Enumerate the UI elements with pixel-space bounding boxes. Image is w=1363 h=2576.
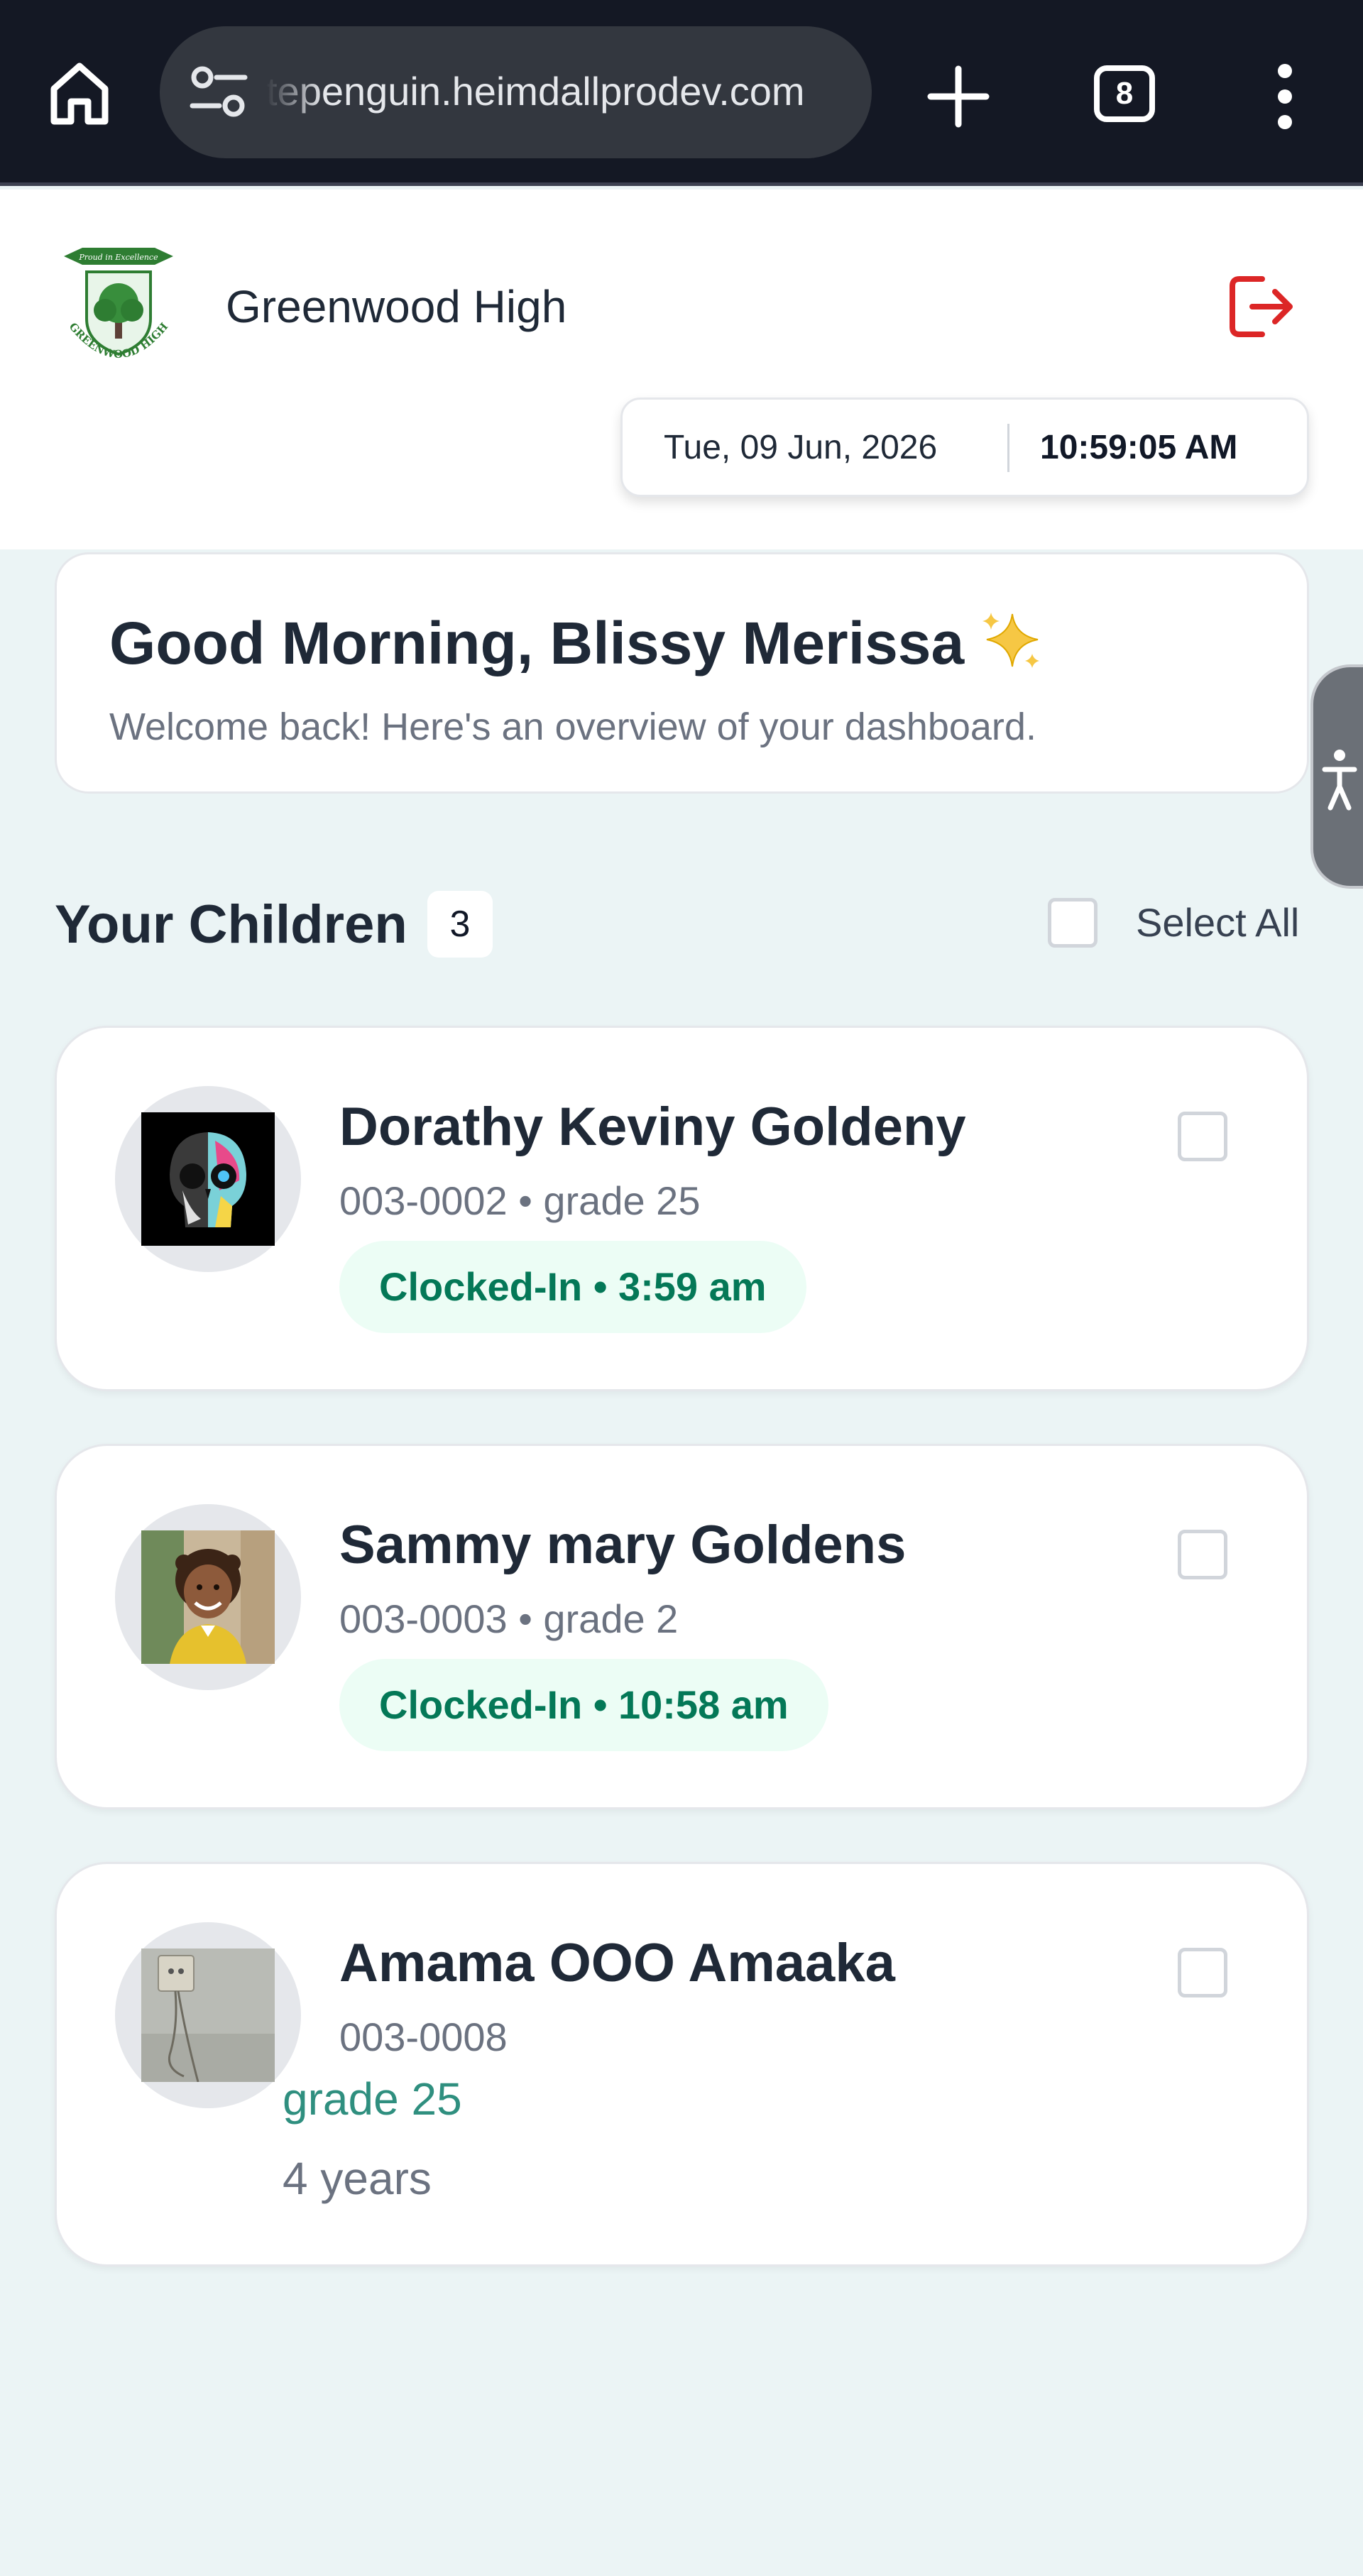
current-time: 10:59:05 AM [1040, 429, 1238, 466]
children-section-title: Your Children [55, 894, 407, 955]
child-checkbox[interactable] [1178, 1948, 1227, 1997]
child-card[interactable]: Sammy mary Goldens 003-0003 • grade 2 Cl… [55, 1444, 1309, 1809]
greeting-subtitle: Welcome back! Here's an overview of your… [109, 706, 1036, 748]
tune-icon[interactable] [187, 62, 251, 123]
logout-icon[interactable] [1221, 268, 1299, 346]
child-id: 003-0008 [339, 2015, 508, 2059]
child-name: Sammy mary Goldens [339, 1515, 907, 1575]
child-id-grade: 003-0003 • grade 2 [339, 1596, 679, 1641]
status-badge: Clocked-In • 10:58 am [339, 1659, 828, 1751]
datetime-display: Tue, 09 Jun, 2026 10:59:05 AM [620, 398, 1309, 497]
avatar [115, 1922, 301, 2108]
children-count-badge: 3 [427, 891, 493, 958]
child-photo [141, 1530, 275, 1664]
url-text[interactable]: tepenguin.heimdallprodev.com [266, 63, 863, 120]
select-all-label[interactable]: Select All [1136, 898, 1299, 948]
select-all-checkbox[interactable] [1048, 898, 1097, 948]
child-id-grade: 003-0002 • grade 25 [339, 1178, 701, 1223]
child-photo [141, 1112, 275, 1246]
home-icon[interactable] [44, 57, 115, 128]
greeting-card: Good Morning, Blissy Merissa Welcome bac… [55, 552, 1309, 794]
child-name: Dorathy Keviny Goldeny [339, 1097, 966, 1157]
school-logo: Proud in Excellence GREENWOOD HIGH [58, 241, 179, 368]
child-age: 4 years [283, 2153, 432, 2204]
browser-toolbar: tepenguin.heimdallprodev.com 8 [0, 0, 1363, 186]
child-checkbox[interactable] [1178, 1112, 1227, 1161]
child-card[interactable]: Amama OOO Amaaka 003-0008 [55, 1862, 1309, 2267]
svg-text:Proud in Excellence: Proud in Excellence [78, 253, 158, 262]
tab-switcher-button[interactable]: 8 [1094, 65, 1155, 122]
child-photo [141, 1949, 275, 2082]
sparkles-icon [980, 608, 1044, 672]
status-badge: Clocked-In • 3:59 am [339, 1241, 806, 1333]
current-date: Tue, 09 Jun, 2026 [664, 429, 938, 466]
address-bar[interactable]: tepenguin.heimdallprodev.com [160, 26, 872, 158]
app-header: Proud in Excellence GREENWOOD HIGH Green… [0, 190, 1363, 549]
avatar [115, 1086, 301, 1272]
plus-icon[interactable] [926, 65, 990, 128]
avatar [115, 1504, 301, 1690]
more-vert-icon[interactable] [1264, 61, 1306, 132]
url-fade [266, 55, 323, 133]
child-grade: grade 25 [283, 2073, 462, 2125]
datetime-divider [1007, 424, 1009, 472]
greeting-title-text: Good Morning, Blissy Merissa [109, 610, 965, 676]
greeting-title: Good Morning, Blissy Merissa [109, 604, 1044, 682]
accessibility-button[interactable] [1310, 664, 1363, 889]
child-name: Amama OOO Amaaka [339, 1933, 895, 1993]
accessibility-icon [1320, 747, 1359, 812]
school-name: Greenwood High [226, 281, 567, 332]
child-card[interactable]: Dorathy Keviny Goldeny 003-0002 • grade … [55, 1026, 1309, 1391]
child-checkbox[interactable] [1178, 1530, 1227, 1579]
